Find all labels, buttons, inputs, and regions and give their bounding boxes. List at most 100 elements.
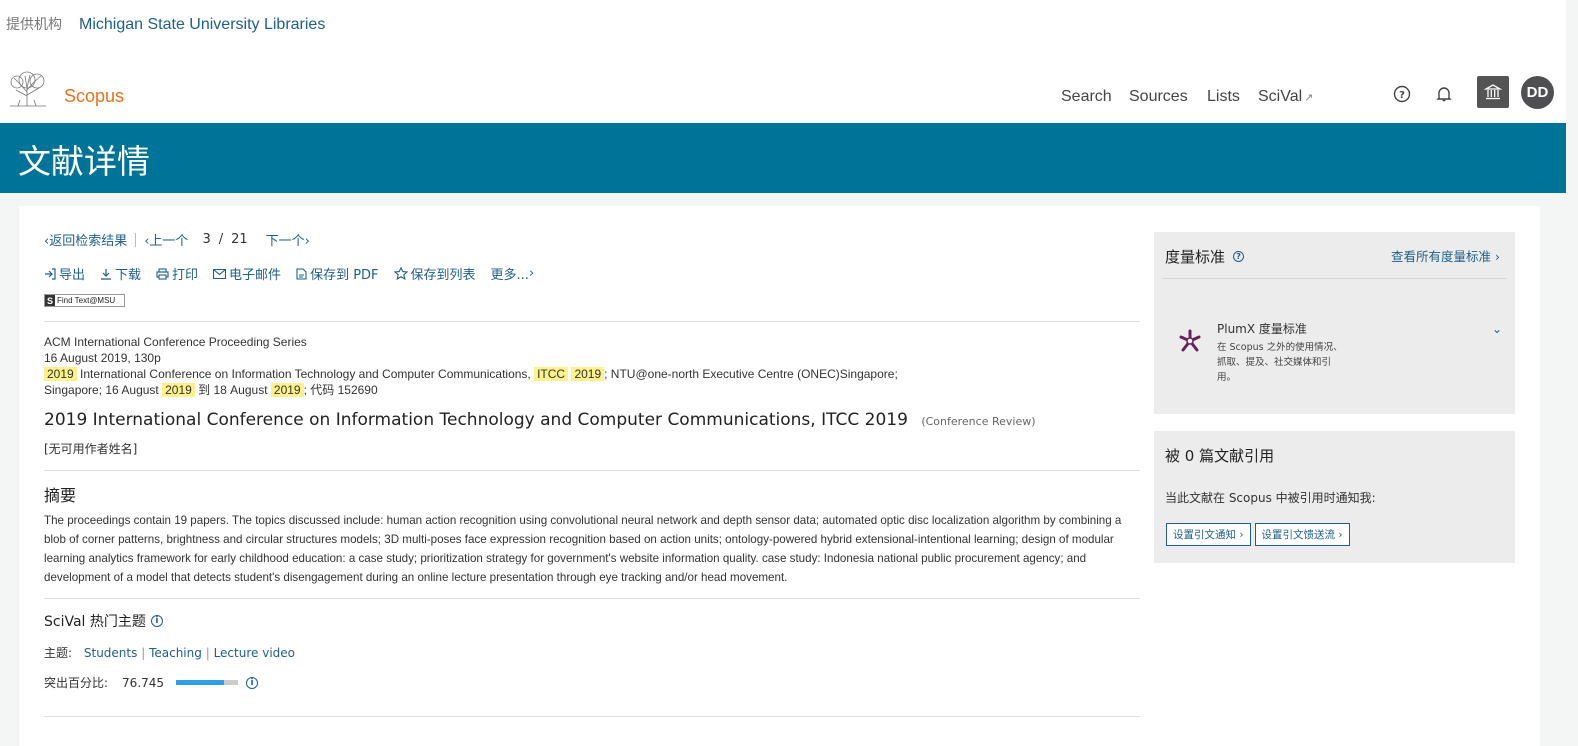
series-link[interactable]: ACM International Conference Proceeding … [44, 334, 898, 350]
download-button[interactable]: 下载 [100, 264, 141, 283]
highlight-year: 2019 [162, 383, 195, 397]
institution-icon[interactable] [1477, 76, 1509, 108]
nav-scival[interactable]: SciVal ↗ [1258, 88, 1313, 106]
prominence-value: 76.745 [122, 675, 165, 690]
findtext-button[interactable]: S Find Text@MSU [44, 294, 125, 307]
export-button[interactable]: 导出 [44, 264, 85, 283]
prominence-bar-fill [176, 680, 224, 685]
topic-link[interactable]: Teaching [149, 646, 202, 660]
citation-notify-text: 当此文献在 Scopus 中被引用时通知我: [1165, 491, 1376, 505]
highlight-year: 2019 [571, 367, 605, 381]
pager-slash: / [218, 232, 224, 247]
print-icon [156, 267, 169, 280]
divider [44, 716, 1140, 717]
scival-heading-label: SciVal 热门主题 [44, 614, 146, 630]
chevron-right-icon: › [1495, 249, 1500, 264]
metrics-panel: 度量标准 ? 查看所有度量标准 › PlumX 度量标准 在 Scopus 之外… [1154, 232, 1515, 414]
divider [135, 232, 137, 247]
topic-link[interactable]: Lecture video [214, 646, 295, 660]
venue: ; NTU@one-north Executive Centre (ONEC)S… [604, 367, 898, 381]
nav-scival-label: SciVal [1258, 88, 1303, 105]
elsevier-logo-icon[interactable] [6, 70, 49, 108]
document-title-block: 2019 International Conference on Informa… [44, 410, 1036, 430]
scival-heading: SciVal 热门主题 i [44, 611, 163, 631]
plumx-description: 在 Scopus 之外的使用情况、 抓取、提及、社交媒体和引 用。 [1217, 340, 1343, 385]
title-bar: 文献详情 [0, 123, 1566, 193]
citations-heading: 被 0 篇文献引用 [1165, 447, 1275, 465]
print-label: 打印 [172, 268, 199, 283]
divider [44, 470, 1140, 471]
external-link-icon: ↗ [1304, 92, 1314, 104]
pdf-icon [296, 267, 307, 280]
view-all-metrics-label: 查看所有度量标准 [1391, 249, 1492, 264]
export-label: 导出 [59, 268, 86, 283]
set-citation-alert-button[interactable]: 设置引文通知 › [1166, 523, 1251, 546]
abstract-text: The proceedings contain 19 papers. The t… [44, 514, 1122, 584]
download-label: 下载 [115, 268, 142, 283]
view-all-metrics-link[interactable]: 查看所有度量标准 › [1391, 246, 1500, 265]
more-label: 更多... [490, 268, 529, 283]
info-icon[interactable]: i [150, 615, 163, 627]
divider [44, 321, 1140, 322]
download-icon [101, 268, 112, 280]
conference-code: ; 代码 152690 [303, 383, 378, 397]
prominence-row: 突出百分比: 76.745 i [44, 674, 259, 691]
pager: ‹返回检索结果 ‹上一个 3 / 21 下一个› [44, 230, 310, 249]
prev-link[interactable]: ‹上一个 [144, 230, 188, 249]
save-pdf-label: 保存到 PDF [310, 268, 379, 283]
plumx-desc-line: 用。 [1217, 372, 1237, 383]
save-list-button[interactable]: 保存到列表 [393, 264, 476, 283]
findtext-label: Find Text@MSU [57, 296, 116, 305]
nav-search[interactable]: Search [1061, 88, 1112, 106]
divider [1162, 278, 1507, 279]
set-citation-alert-label: 设置引文通知 [1173, 529, 1236, 541]
email-button[interactable]: 电子邮件 [213, 264, 281, 283]
more-button[interactable]: 更多... › [491, 264, 535, 283]
topic-link[interactable]: Students [84, 646, 138, 660]
current-index: 3 [202, 232, 211, 247]
citation-buttons: 设置引文通知 › 设置引文馈送流 › [1166, 523, 1350, 546]
save-pdf-button[interactable]: 保存到 PDF [296, 264, 379, 283]
prominence-bar [176, 680, 239, 685]
help-icon[interactable]: ? [1392, 84, 1412, 104]
highlight-acronym: ITCC [534, 367, 569, 381]
page-title: 文献详情 [18, 142, 150, 181]
bell-icon[interactable] [1434, 84, 1454, 104]
prominence-label: 突出百分比: [44, 676, 109, 690]
plumx-icon [1179, 329, 1201, 352]
plumx-title[interactable]: PlumX 度量标准 [1217, 320, 1307, 337]
findtext-logo-icon: S [45, 295, 55, 306]
next-link[interactable]: 下一个› [266, 230, 310, 249]
save-list-label: 保存到列表 [410, 268, 476, 283]
plumx-desc-line: 抓取、提及、社交媒体和引 [1217, 357, 1332, 368]
topics-label: 主题: [44, 646, 73, 660]
location-start: Singapore; 16 August [44, 383, 159, 397]
institution-label: 提供机构 [6, 17, 62, 33]
email-icon [213, 268, 227, 279]
nav-lists[interactable]: Lists [1207, 88, 1240, 106]
plumx-desc-line: 在 Scopus 之外的使用情况、 [1217, 342, 1343, 353]
user-avatar[interactable]: DD [1521, 76, 1554, 109]
prev-label: 上一个 [149, 234, 189, 249]
scopus-brand[interactable]: Scopus [64, 86, 124, 107]
divider [44, 598, 1140, 599]
set-citation-feed-label: 设置引文馈送流 [1261, 529, 1336, 541]
chevron-right-icon: › [304, 234, 310, 249]
email-label: 电子邮件 [229, 268, 282, 283]
info-icon[interactable]: i [246, 676, 259, 689]
print-button[interactable]: 打印 [156, 264, 198, 283]
nav-sources[interactable]: Sources [1129, 88, 1188, 106]
star-icon [393, 267, 408, 280]
date-to: 到 18 August [198, 383, 268, 397]
conference-line: 2019 International Conference on Informa… [44, 366, 898, 382]
source-info: ACM International Conference Proceeding … [44, 334, 898, 398]
chevron-down-icon[interactable]: ⌄ [1492, 322, 1502, 336]
info-icon[interactable]: ? [1233, 251, 1245, 262]
back-label: 返回检索结果 [49, 234, 128, 249]
date-pages: 16 August 2019, 130p [44, 351, 161, 365]
back-to-results-link[interactable]: ‹返回检索结果 [44, 230, 127, 249]
set-citation-feed-button[interactable]: 设置引文馈送流 › [1254, 523, 1350, 546]
metrics-heading: 度量标准 [1165, 248, 1226, 266]
dates-line: Singapore; 16 August 2019 到 18 August 20… [44, 382, 898, 398]
institution-link[interactable]: Michigan State University Libraries [79, 16, 325, 34]
